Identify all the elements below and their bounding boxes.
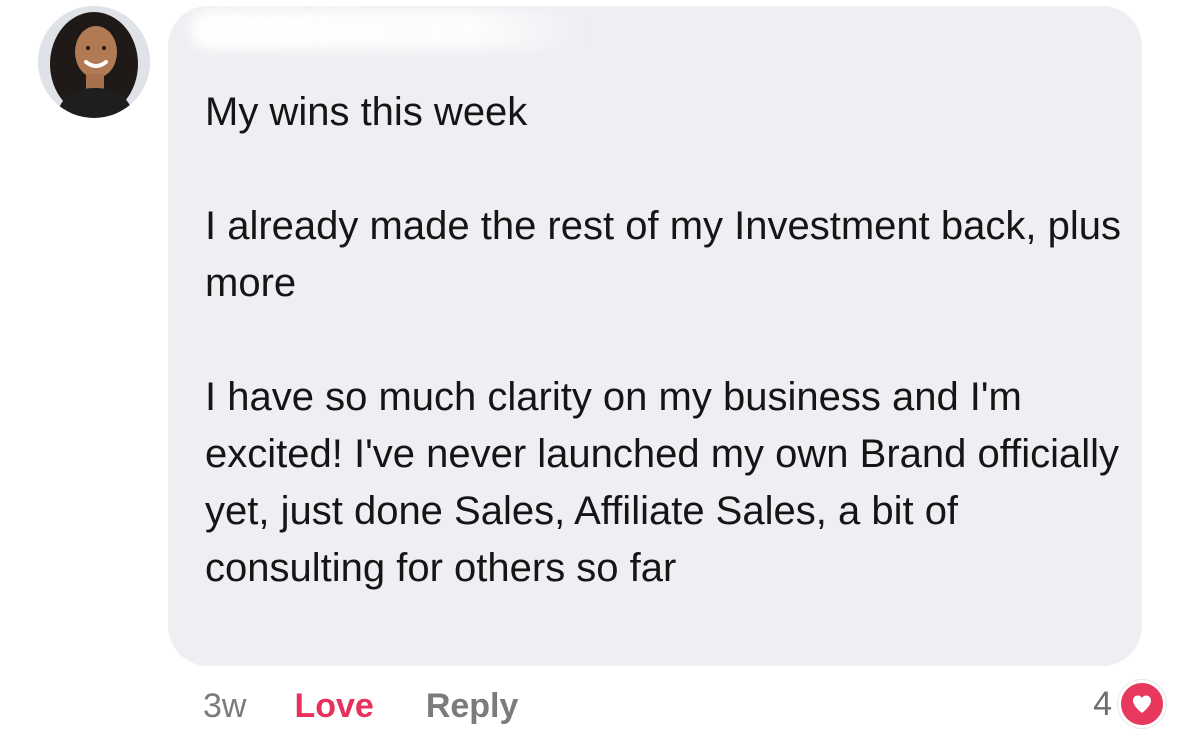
comment-screen: My wins this week I already made the res… [0, 0, 1200, 735]
comment-actions: 3w Love Reply [203, 682, 518, 730]
reaction-summary[interactable]: 4 [1093, 680, 1166, 728]
comment-paragraph: I already made the rest of my Investment… [205, 204, 1121, 305]
heart-icon [1118, 680, 1166, 728]
redaction-smear [190, 10, 590, 50]
love-reaction-button[interactable]: Love [294, 687, 373, 726]
comment-body: My wins this week I already made the res… [205, 84, 1125, 597]
comment-paragraph: My wins this week [205, 90, 528, 134]
comment-bubble: My wins this week I already made the res… [168, 6, 1142, 666]
avatar[interactable] [38, 6, 150, 118]
comment-timestamp[interactable]: 3w [203, 687, 246, 726]
comment-paragraph: I have so much clarity on my business an… [205, 375, 1120, 590]
redacted-author-name [180, 6, 600, 58]
reply-button[interactable]: Reply [426, 687, 519, 726]
avatar-photo [38, 6, 150, 118]
reaction-count: 4 [1093, 684, 1112, 723]
